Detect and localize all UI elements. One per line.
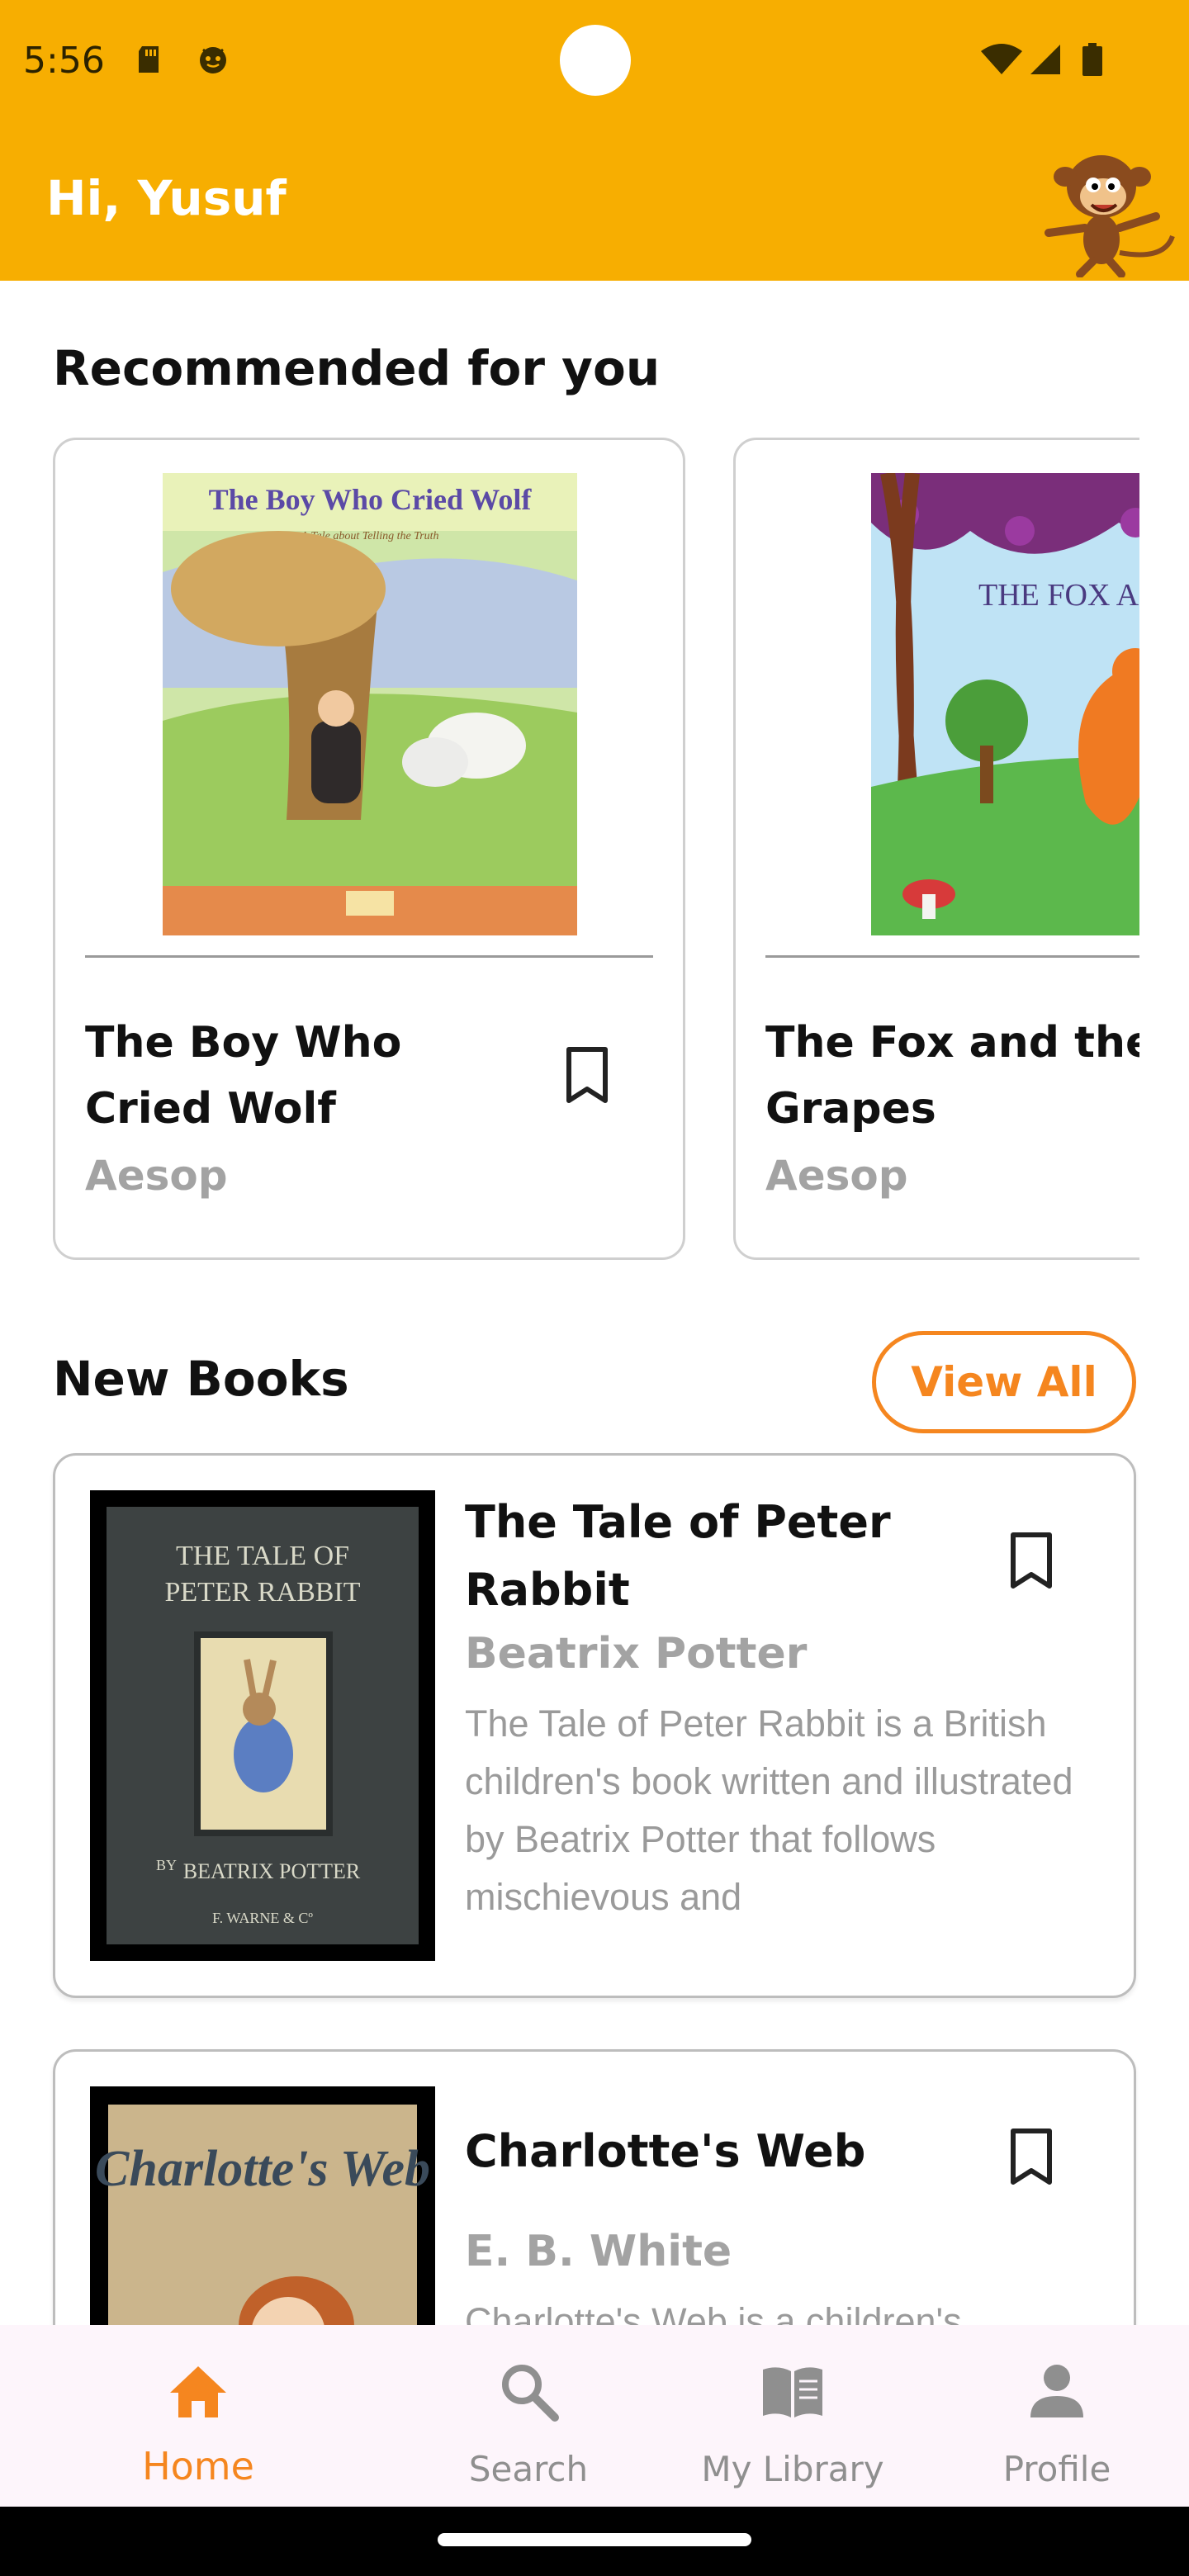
status-bar: 5:56: [0, 0, 1189, 124]
recommended-title: Recommended for you: [53, 340, 661, 396]
bookmark-icon[interactable]: [1008, 2128, 1054, 2185]
book-description: The Tale of Peter Rabbit is a British ch…: [465, 1702, 1073, 1918]
book-cover-fox-and-grapes: THE FOX A THE GRA: [871, 473, 1139, 935]
card-divider: [85, 955, 653, 958]
cover-title-text: THE FOX A THE GRA: [978, 578, 1139, 613]
nav-item-home[interactable]: Home: [50, 2325, 347, 2507]
nav-item-my-library[interactable]: My Library: [644, 2325, 941, 2507]
bookmark-icon[interactable]: [1008, 1532, 1054, 1589]
home-gesture-handle[interactable]: [438, 2533, 751, 2546]
new-books-title: New Books: [53, 1351, 349, 1407]
signal-icon: [1030, 45, 1060, 74]
book-author: Aesop: [85, 1152, 228, 1200]
bookmark-icon[interactable]: [564, 1046, 610, 1104]
book-title: The Fox and the Grapes: [765, 1018, 1139, 1134]
person-icon: [1030, 2365, 1083, 2417]
cover-line1: THE TALE OF: [176, 1541, 349, 1571]
battery-icon: [1082, 43, 1102, 76]
book-title: The Tale of Peter Rabbit: [465, 1496, 891, 1616]
book-author: Beatrix Potter: [465, 1629, 808, 1679]
bottom-navigation: Home Search My Library Profile: [0, 2325, 1189, 2507]
sd-card-icon: [139, 46, 159, 73]
book-cover-boy-who-cried-wolf: The Boy Who Cried Wolf A Tale about Tell…: [163, 473, 577, 935]
new-book-card[interactable]: THE TALE OF PETER RABBIT BY BEATRIX POTT…: [53, 1453, 1136, 1998]
home-icon: [170, 2366, 226, 2417]
search-icon: [502, 2365, 559, 2422]
notification-face-icon: [200, 47, 226, 73]
nav-label-my-library: My Library: [701, 2449, 884, 2489]
cover-line2: PETER RABBIT: [164, 1577, 360, 1608]
greeting-text: Hi, Yusuf: [46, 170, 287, 226]
wifi-icon: [981, 44, 1022, 74]
cover-author: BEATRIX POTTER: [183, 1859, 361, 1883]
nav-item-profile[interactable]: Profile: [908, 2325, 1189, 2507]
book-author: Aesop: [765, 1152, 908, 1200]
monkey-mascot-icon: [1045, 155, 1175, 277]
library-book-icon: [763, 2367, 822, 2417]
status-time: 5:56: [23, 40, 105, 82]
camera-cutout: [560, 25, 631, 96]
nav-label-profile: Profile: [1002, 2449, 1111, 2489]
nav-item-search[interactable]: Search: [380, 2325, 677, 2507]
book-author: E. B. White: [465, 2227, 732, 2276]
recommended-book-card[interactable]: THE FOX A THE GRA The Fox and the Grapes…: [733, 438, 1139, 1260]
view-all-button[interactable]: View All: [872, 1331, 1136, 1433]
recommended-book-card[interactable]: The Boy Who Cried Wolf A Tale about Tell…: [53, 438, 685, 1260]
cover-publisher: F. WARNE & Cº: [212, 1910, 313, 1926]
nav-label-search: Search: [468, 2449, 589, 2489]
gesture-bar: [0, 2507, 1189, 2576]
book-title: Charlotte's Web: [465, 2125, 866, 2177]
recommended-carousel[interactable]: The Boy Who Cried Wolf A Tale about Tell…: [0, 438, 1139, 1263]
cover-title-text: Charlotte's Web: [95, 2141, 430, 2197]
card-divider: [765, 955, 1139, 958]
cover-by: BY: [156, 1857, 177, 1873]
book-cover-peter-rabbit: THE TALE OF PETER RABBIT BY BEATRIX POTT…: [90, 1490, 435, 1961]
cover-title-text: The Boy Who Cried Wolf: [209, 483, 533, 516]
app-header: 5:56 Hi, Yusuf: [0, 0, 1189, 281]
nav-label-home: Home: [142, 2444, 254, 2488]
book-title: The Boy Who Cried Wolf: [85, 1018, 402, 1134]
